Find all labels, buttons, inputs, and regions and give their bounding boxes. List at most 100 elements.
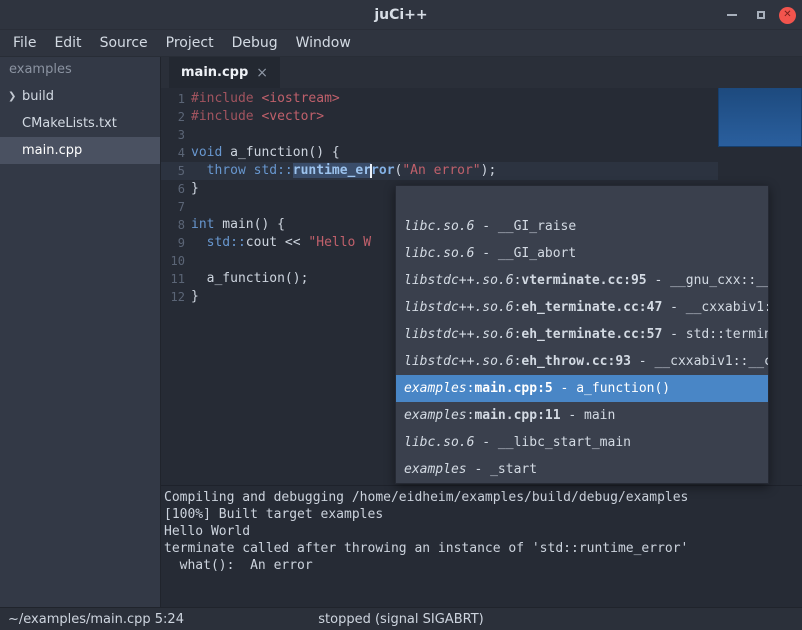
close-icon: ✕ xyxy=(783,10,791,20)
stack-row-segment: eh_terminate.cc:57 xyxy=(521,327,662,342)
stack-row-segment: - __cxxabiv1::__term xyxy=(662,300,768,315)
code-line-3[interactable]: 3 xyxy=(161,126,802,144)
code-segment: } xyxy=(191,181,199,196)
stack-row-9[interactable]: libc.so.6 - __libc_start_main xyxy=(396,429,768,456)
code-segment: ); xyxy=(481,163,497,178)
menu-edit[interactable]: Edit xyxy=(45,30,90,56)
stack-row-segment: examples xyxy=(404,462,467,477)
line-number: 3 xyxy=(161,126,185,144)
terminal-line: [100%] Built target examples xyxy=(164,506,798,523)
tree-item-cmakelists-txt[interactable]: CMakeLists.txt xyxy=(0,110,160,137)
menu-project[interactable]: Project xyxy=(157,30,223,56)
line-number: 1 xyxy=(161,90,185,108)
code-text: std::cout << "Hello W xyxy=(191,234,371,252)
menubar: FileEditSourceProjectDebugWindow xyxy=(0,30,802,57)
stack-row-segment: - __gnu_cxx::__verbos xyxy=(647,273,768,288)
restore-icon xyxy=(757,11,765,19)
stack-row-8[interactable]: examples:main.cpp:11 - main xyxy=(396,402,768,429)
tree-item-label: build xyxy=(22,89,54,104)
restore-button[interactable] xyxy=(750,4,772,26)
code-text: #include <vector> xyxy=(191,108,324,126)
terminal-line: what(): An error xyxy=(164,557,798,574)
terminal-line: Compiling and debugging /home/eidheim/ex… xyxy=(164,489,798,506)
code-text: void a_function() { xyxy=(191,144,340,162)
terminal-output[interactable]: Compiling and debugging /home/eidheim/ex… xyxy=(161,485,802,607)
stack-row-segment: eh_terminate.cc:47 xyxy=(521,300,662,315)
code-segment: a_function() { xyxy=(222,145,339,160)
stack-row-segment: libstdc++.so.6 xyxy=(404,327,514,342)
code-text: int main() { xyxy=(191,216,285,234)
code-text: } xyxy=(191,288,199,306)
stack-row-5[interactable]: libstdc++.so.6:eh_terminate.cc:57 - std:… xyxy=(396,321,768,348)
stack-row-segment: - __cxxabiv1::__cxa_thro xyxy=(631,354,768,369)
stack-row-6[interactable]: libstdc++.so.6:eh_throw.cc:93 - __cxxabi… xyxy=(396,348,768,375)
terminal-line: Hello World xyxy=(164,523,798,540)
menu-window[interactable]: Window xyxy=(287,30,360,56)
stack-row-1[interactable]: libc.so.6 - __GI_raise xyxy=(396,213,768,240)
code-line-2[interactable]: 2#include <vector> xyxy=(161,108,802,126)
menu-debug[interactable]: Debug xyxy=(223,30,287,56)
line-number: 4 xyxy=(161,144,185,162)
minimize-button[interactable] xyxy=(721,4,743,26)
line-number: 7 xyxy=(161,198,185,216)
window-controls: ✕ xyxy=(721,0,796,30)
debug-tooltip xyxy=(718,88,802,147)
code-segment: int xyxy=(191,217,214,232)
stack-row-segment: examples xyxy=(404,408,467,423)
code-segment: "An error" xyxy=(402,163,480,178)
file-tree: ❯build CMakeLists.txt main.cpp xyxy=(0,83,160,164)
tree-item-main-cpp[interactable]: main.cpp xyxy=(0,137,160,164)
line-number: 12 xyxy=(161,288,185,306)
stack-row-segment: eh_throw.cc:93 xyxy=(521,354,631,369)
stack-row-segment: vterminate.cc:95 xyxy=(521,273,646,288)
stack-row-segment: libstdc++.so.6 xyxy=(404,300,514,315)
stack-row-segment: main.cpp:5 xyxy=(474,381,552,396)
menu-source[interactable]: Source xyxy=(91,30,157,56)
menu-file[interactable]: File xyxy=(4,30,45,56)
tree-item-label: main.cpp xyxy=(22,143,82,158)
stack-row-0[interactable] xyxy=(396,186,768,213)
stack-row-7[interactable]: examples:main.cpp:5 - a_function() xyxy=(396,375,768,402)
code-line-1[interactable]: 1 #include <iostream> xyxy=(161,90,802,108)
stack-row-3[interactable]: libstdc++.so.6:vterminate.cc:95 - __gnu_… xyxy=(396,267,768,294)
tab-main-cpp[interactable]: main.cpp × xyxy=(169,57,280,88)
stack-row-segment: libstdc++.so.6 xyxy=(404,354,514,369)
line-number: 11 xyxy=(161,270,185,288)
line-number: 10 xyxy=(161,252,185,270)
code-segment: throw xyxy=(207,163,246,178)
stack-row-segment: libc.so.6 xyxy=(404,246,474,261)
stack-row-segment: - main xyxy=(561,408,616,423)
close-button[interactable]: ✕ xyxy=(779,7,796,24)
stack-row-segment: - a_function() xyxy=(553,381,670,396)
statusbar: ~/examples/main.cpp 5:24 stopped (signal… xyxy=(0,607,802,630)
stack-row-segment: - _start xyxy=(467,462,537,477)
code-segment: main() { xyxy=(214,217,284,232)
tab-close-icon[interactable]: × xyxy=(256,66,268,80)
code-segment: <iostream> xyxy=(261,91,339,106)
code-segment: << xyxy=(277,235,308,250)
stack-row-2[interactable]: libc.so.6 - __GI_abort xyxy=(396,240,768,267)
stack-row-4[interactable]: libstdc++.so.6:eh_terminate.cc:47 - __cx… xyxy=(396,294,768,321)
minimize-icon xyxy=(727,14,737,16)
code-line-4[interactable]: 4 void a_function() { xyxy=(161,144,802,162)
stack-row-segment: - __GI_abort xyxy=(474,246,576,261)
code-segment: runtime_er xyxy=(293,163,371,178)
code-segment xyxy=(191,235,207,250)
tree-item-label: CMakeLists.txt xyxy=(22,116,117,131)
code-line-5[interactable]: 5 throw std::runtime_error("An error"); xyxy=(161,162,802,180)
tree-item-build[interactable]: ❯build xyxy=(0,83,160,110)
line-number: 9 xyxy=(161,234,185,252)
code-segment: std:: xyxy=(254,163,293,178)
stack-row-segment: libc.so.6 xyxy=(404,435,474,450)
stack-row-segment: - std::terminate() xyxy=(662,327,768,342)
code-segment: <vector> xyxy=(261,109,324,124)
stack-row-10[interactable]: examples - _start xyxy=(396,456,768,483)
code-segment: } xyxy=(191,289,199,304)
stack-row-segment: main.cpp:11 xyxy=(474,408,560,423)
code-segment: #include xyxy=(191,109,254,124)
code-segment: #include xyxy=(191,91,254,106)
code-segment: void xyxy=(191,145,222,160)
code-text: a_function(); xyxy=(191,270,308,288)
titlebar[interactable]: juCi++ ✕ xyxy=(0,0,802,30)
status-location: ~/examples/main.cpp 5:24 xyxy=(8,612,184,627)
